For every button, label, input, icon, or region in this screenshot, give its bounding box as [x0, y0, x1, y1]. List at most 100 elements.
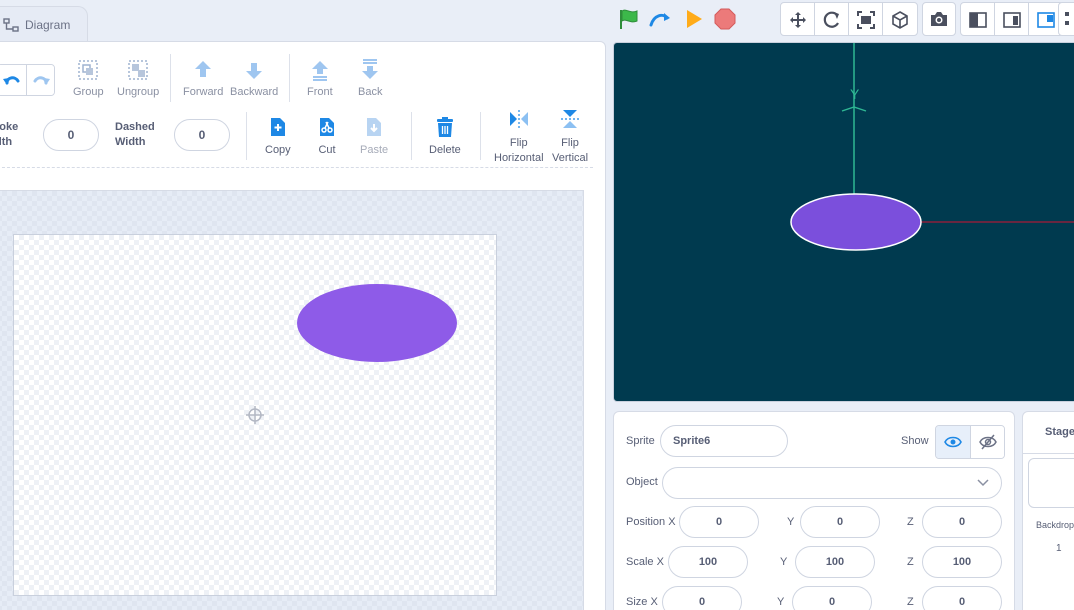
toolbar-divider [0, 167, 593, 168]
redo-icon [33, 76, 50, 85]
view-toolbar [780, 2, 1064, 36]
size-x-input[interactable]: 0 [662, 586, 742, 610]
group-icon [78, 60, 99, 80]
forward-button[interactable]: Forward [183, 58, 223, 98]
paint-editor: Group Ungroup Forward Backward Front Bac… [0, 41, 606, 610]
flip-horizontal-label-line2: Horizontal [494, 152, 544, 164]
front-label: Front [307, 86, 333, 98]
flip-vertical-icon [561, 110, 580, 128]
backward-button[interactable]: Backward [230, 58, 278, 98]
dashed-width-label-line2: Width [115, 136, 146, 148]
paste-icon [367, 118, 382, 136]
flip-horizontal-label-line1: Flip [509, 137, 528, 149]
fit-icon[interactable] [849, 3, 883, 35]
stroke-width-label-line2: dth [0, 136, 13, 148]
scale-y-label: Y [780, 556, 788, 568]
redo-button[interactable] [26, 65, 54, 95]
flip-vertical-label-line1: Flip [561, 137, 579, 149]
copy-icon [270, 118, 285, 136]
flip-vertical-button[interactable]: Flip Vertical [552, 108, 588, 166]
stroke-width-input[interactable]: 0 [43, 119, 99, 151]
tab-diagram[interactable]: Diagram [0, 6, 88, 42]
dashed-width-input[interactable]: 0 [174, 119, 230, 151]
object-select[interactable] [662, 467, 1002, 499]
stop-icon[interactable] [712, 6, 738, 32]
diagram-icon [3, 17, 19, 32]
undo-redo-group [0, 64, 55, 96]
separator [170, 54, 171, 102]
more-icon[interactable] [1058, 2, 1074, 36]
scale-z-input[interactable]: 100 [922, 546, 1002, 578]
backward-icon [246, 63, 263, 79]
flip-vertical-label-line2: Vertical [552, 152, 589, 164]
rotate-icon[interactable] [815, 3, 849, 35]
sprite-name-input[interactable]: Sprite6 [660, 425, 788, 457]
stage-view[interactable]: Y [613, 42, 1074, 402]
size-z-input[interactable]: 0 [922, 586, 1002, 610]
copy-label: Copy [265, 144, 291, 156]
forward-label: Forward [183, 86, 224, 98]
object-label: Object [626, 476, 658, 488]
backdrops-label: Backdrop [1036, 520, 1074, 530]
size-y-input[interactable]: 0 [792, 586, 872, 610]
undo-button[interactable] [0, 65, 26, 95]
chevron-down-icon [977, 479, 989, 487]
ellipse-shape[interactable] [297, 284, 457, 362]
position-y-input[interactable]: 0 [800, 506, 880, 538]
ungroup-icon [128, 60, 148, 80]
center-crosshair-icon [246, 406, 264, 424]
separator [246, 112, 247, 160]
camera-icon[interactable] [922, 2, 956, 36]
show-toggle [935, 425, 1005, 459]
stage-thumbnail[interactable] [1028, 458, 1074, 508]
layout-left-icon[interactable] [961, 3, 995, 35]
flip-horizontal-button[interactable]: Flip Horizontal [494, 108, 544, 166]
undo-icon [3, 76, 20, 85]
dashed-width-label: Dashed Width [115, 120, 155, 150]
paste-button[interactable]: Paste [360, 116, 388, 156]
paste-label: Paste [360, 144, 389, 156]
separator [411, 112, 412, 160]
show-hidden-button[interactable] [970, 426, 1004, 458]
group-button[interactable]: Group [73, 58, 104, 98]
scale-y-input[interactable]: 100 [795, 546, 875, 578]
front-button[interactable]: Front [307, 58, 333, 98]
stroke-width-label: roke dth [0, 120, 18, 150]
ungroup-label: Ungroup [117, 86, 160, 98]
show-visible-button[interactable] [936, 426, 970, 458]
delete-label: Delete [429, 144, 461, 156]
play-icon[interactable] [680, 6, 706, 32]
stage-3d-scene: Y [790, 43, 1074, 251]
ungroup-button[interactable]: Ungroup [117, 58, 159, 98]
back-button[interactable]: Back [358, 58, 382, 98]
cube-icon[interactable] [883, 3, 917, 35]
back-label: Back [358, 86, 383, 98]
step-icon[interactable] [648, 6, 674, 32]
cut-label: Cut [318, 144, 336, 156]
copy-button[interactable]: Copy [265, 116, 291, 156]
y-axis-label: Y [850, 86, 860, 102]
cut-button[interactable]: Cut [316, 116, 338, 156]
eye-icon [944, 436, 962, 448]
layout-tools [960, 2, 1064, 36]
backward-label: Backward [230, 86, 279, 98]
paint-canvas[interactable] [13, 234, 497, 596]
separator [480, 112, 481, 160]
scale-x-input[interactable]: 100 [668, 546, 748, 578]
paint-canvas-area[interactable] [0, 190, 584, 610]
layout-right-icon[interactable] [995, 3, 1029, 35]
position-x-input[interactable]: 0 [679, 506, 759, 538]
transform-tools [780, 2, 918, 36]
position-y-label: Y [787, 516, 795, 528]
sprite-label: Sprite [626, 435, 655, 447]
flip-horizontal-icon [509, 110, 528, 128]
tab-diagram-label: Diagram [25, 17, 71, 32]
move-icon[interactable] [781, 3, 815, 35]
show-label: Show [901, 435, 929, 447]
position-z-input[interactable]: 0 [922, 506, 1002, 538]
scale-z-label: Z [907, 556, 914, 568]
sprite-ellipse-3d[interactable] [790, 193, 922, 251]
stroke-width-label-line1: roke [0, 121, 19, 133]
delete-button[interactable]: Delete [429, 116, 461, 156]
green-flag-icon[interactable] [616, 6, 642, 32]
